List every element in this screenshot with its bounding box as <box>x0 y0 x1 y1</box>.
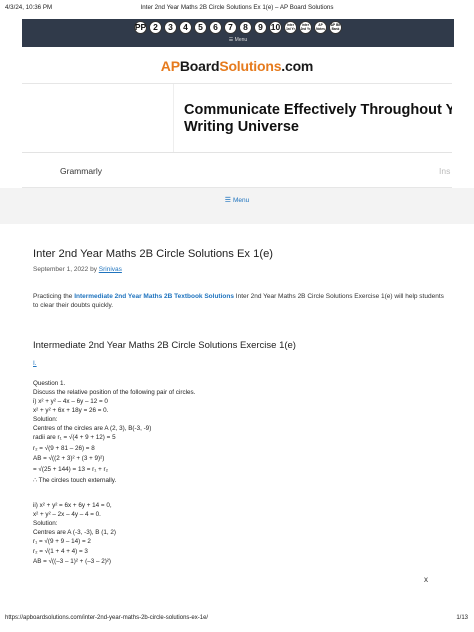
solution-line: r₂ = √(1 + 4 + 4) = 3 <box>33 548 88 555</box>
solution-line: i) x² + y² – 4x – 6y – 12 = 0 <box>33 398 108 405</box>
ad-divider <box>22 152 452 153</box>
solution-line: AB = √((2 + 3)² + (3 + 9)²) <box>33 455 105 462</box>
advertisement[interactable]: Communicate Effectively Throughout Your … <box>22 83 452 188</box>
nav-item-12[interactable]: AP Notes <box>314 21 327 34</box>
solution-line: r₁ = √(9 + 9 – 14) = 2 <box>33 538 91 545</box>
solution-line: x² + y² – 2x – 4y – 4 = 0. <box>33 511 101 518</box>
intro-paragraph: Practicing the Intermediate 2nd Year Mat… <box>33 292 445 310</box>
hamburger-icon: ☰ <box>224 197 231 204</box>
nav-item-3[interactable]: 4 <box>179 21 192 34</box>
solution-line: x² + y² + 6x + 18y = 26 = 0. <box>33 407 109 414</box>
print-page-number: 1/13 <box>456 615 468 621</box>
ad-brand[interactable]: Grammarly <box>60 166 102 176</box>
nav-item-1[interactable]: 2 <box>149 21 162 34</box>
logo-domain: .com <box>281 58 314 74</box>
post-author-link[interactable]: Srinivas <box>99 266 122 273</box>
menu-button-label: Menu <box>233 197 250 204</box>
nav-item-6[interactable]: 7 <box>224 21 237 34</box>
nav-item-7[interactable]: 8 <box>239 21 252 34</box>
close-ad-button[interactable]: x <box>424 575 428 584</box>
ad-headline[interactable]: Communicate Effectively Throughout Your … <box>184 102 452 136</box>
solution-line: Centres are A (-3, -3), B (1, 2) <box>33 529 116 536</box>
nav-item-2[interactable]: 3 <box>164 21 177 34</box>
menu-band <box>0 188 474 224</box>
nav-item-5[interactable]: 6 <box>209 21 222 34</box>
top-menu-toggle[interactable]: ☰ Menu <box>22 37 454 43</box>
ad-headline-line-1: Communicate Effectively Throughout Your <box>184 102 452 118</box>
solution-line: AB = √((–3 – 1)² + (–3 – 2)²) <box>33 558 111 565</box>
nav-item-4[interactable]: 5 <box>194 21 207 34</box>
nav-item-9[interactable]: 10 <box>269 21 282 34</box>
ad-image-divider <box>173 84 174 152</box>
section-link[interactable]: I. <box>33 360 37 367</box>
ad-install-button[interactable]: Ins <box>439 166 450 176</box>
post-date: September 1, 2022 by <box>33 266 99 273</box>
logo-solutions: Solutions <box>219 58 282 74</box>
solution-line: ∴ The circles touch externally. <box>33 477 117 484</box>
ad-headline-line-2: Writing Universe <box>184 119 299 135</box>
solution-line: ii) x² + y² = 6x + 6y + 14 = 0, <box>33 502 112 509</box>
nav-item-0[interactable]: PP <box>134 21 147 34</box>
article-content: Inter 2nd Year Maths 2B Circle Solutions… <box>22 224 452 612</box>
nav-item-10[interactable]: Inter 1st Yr <box>284 21 297 34</box>
post-title: Inter 2nd Year Maths 2B Circle Solutions… <box>33 248 274 260</box>
solution-line: Solution: <box>33 416 58 423</box>
solution-line: Discuss the relative position of the fol… <box>33 389 196 396</box>
print-header: 4/3/24, 10:36 PM Inter 2nd Year Maths 2B… <box>0 0 474 16</box>
top-navigation-bar: PP 2 3 4 5 6 7 8 9 10 Inter 1st Yr Inter 2nd Yr AP N… <box>22 19 454 47</box>
menu-button[interactable]: ☰ Menu <box>0 196 474 204</box>
solution-line: radii are r₁ = √(4 + 9 + 12) = 5 <box>33 434 116 441</box>
logo-ap: AP <box>160 58 180 74</box>
nav-item-8[interactable]: 9 <box>254 21 267 34</box>
print-footer: https://apboardsolutions.com/inter-2nd-y… <box>0 614 474 628</box>
solution-line: = √(25 + 144) = 13 = r₁ + r₂ <box>33 466 109 473</box>
solution-line: r₂ = √(9 + 81 – 26) = 8 <box>33 445 95 452</box>
nav-item-11[interactable]: Inter 2nd Yr <box>299 21 312 34</box>
class-number-links: PP 2 3 4 5 6 7 8 9 10 Inter 1st Yr Inter 2nd Yr AP N… <box>22 21 454 35</box>
print-url: https://apboardsolutions.com/inter-2nd-y… <box>5 615 209 621</box>
solution-line: Solution: <box>33 520 58 527</box>
intro-prefix: Practicing the <box>33 293 75 300</box>
logo-board: Board <box>179 58 220 74</box>
site-logo[interactable]: APBoardSolutions.com <box>0 58 474 74</box>
solution-line: Question 1. <box>33 380 66 387</box>
print-title: Inter 2nd Year Maths 2B Circle Solutions… <box>140 4 334 11</box>
nav-item-13[interactable]: AP Bit Bank <box>329 21 342 34</box>
textbook-solutions-link[interactable]: Intermediate 2nd Year Maths 2B Textbook … <box>74 293 234 300</box>
solution-line: Centres of the circles are A (2, 3), B(-… <box>33 425 152 432</box>
section-heading: Intermediate 2nd Year Maths 2B Circle So… <box>33 340 296 351</box>
post-meta: September 1, 2022 by Srinivas <box>33 266 122 273</box>
